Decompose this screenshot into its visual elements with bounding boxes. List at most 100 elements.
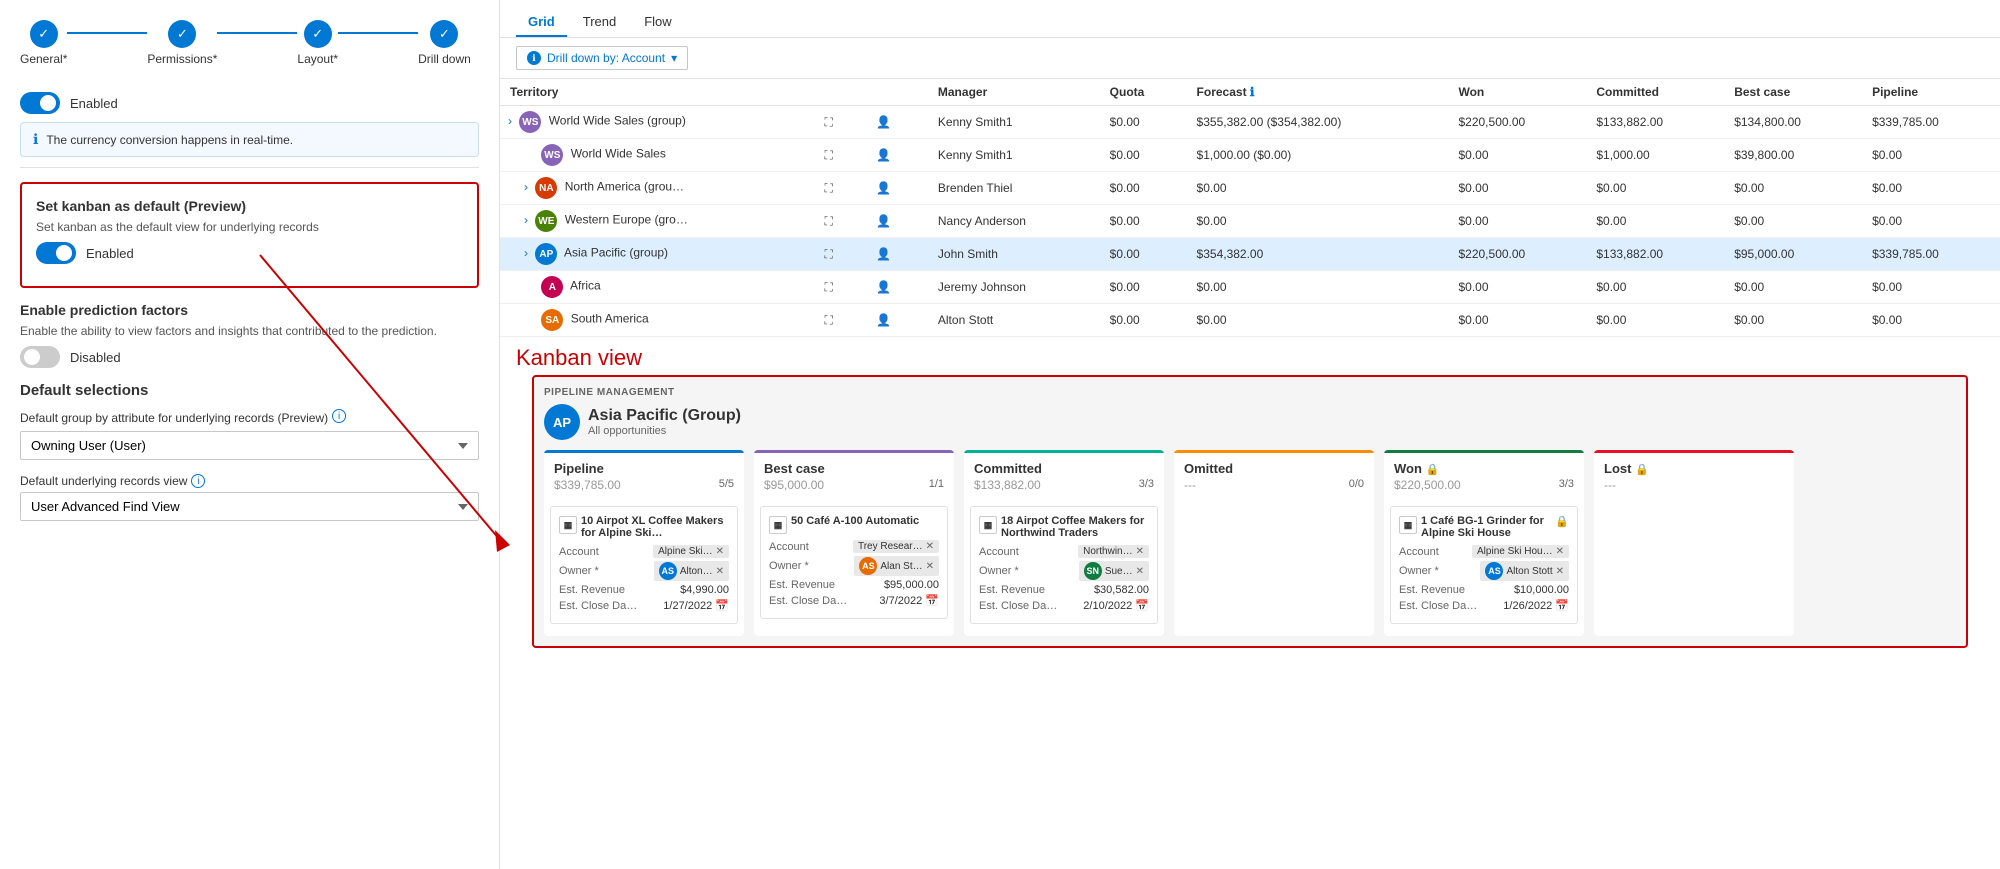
card-field-closedate: Est. Close Da… 1/26/2022 📅 <box>1399 599 1569 612</box>
card-field-account: Account Trey Resear… ✕ <box>769 540 939 553</box>
table-row: › WE Western Europe (gro… ⛶ 👤 Nancy Ande… <box>500 205 2000 238</box>
card-field-owner: Owner * AS Alton Stott ✕ <box>1399 561 1569 581</box>
td-link-0[interactable]: ⛶ <box>814 106 866 139</box>
td-manager-4: John Smith <box>928 238 1100 271</box>
calendar-icon[interactable]: 📅 <box>1135 600 1149 612</box>
th-edit <box>866 79 928 106</box>
td-link-4[interactable]: ⛶ <box>814 238 866 271</box>
card-field-revenue: Est. Revenue $95,000.00 <box>769 579 939 591</box>
main-container: ✓ General* ✓ Permissions* ✓ Layout* ✓ Dr… <box>0 0 2000 869</box>
currency-info-text: The currency conversion happens in real-… <box>46 133 293 147</box>
drill-down-label: Drill down by: Account <box>547 51 665 65</box>
drill-down-button[interactable]: ℹ Drill down by: Account ▾ <box>516 46 688 70</box>
kanban-card: ▦ 10 Airpot XL Coffee Makers for Alpine … <box>550 506 738 624</box>
col-title-omitted: Omitted <box>1184 461 1364 476</box>
step-general[interactable]: ✓ General* <box>20 20 67 66</box>
kanban-col-pipeline: Pipeline $339,785.00 5/5 ▦ 10 Airpot XL … <box>544 450 744 636</box>
td-link-1[interactable]: ⛶ <box>814 139 866 172</box>
step-permissions[interactable]: ✓ Permissions* <box>147 20 217 66</box>
td-manager-5: Jeremy Johnson <box>928 271 1100 304</box>
td-pipeline-4: $339,785.00 <box>1862 238 2000 271</box>
th-pipeline: Pipeline <box>1862 79 2000 106</box>
prediction-desc: Enable the ability to view factors and i… <box>20 324 479 338</box>
td-committed-6: $0.00 <box>1586 304 1724 337</box>
td-forecast-4: $354,382.00 <box>1187 238 1449 271</box>
td-edit-1[interactable]: 👤 <box>866 139 928 172</box>
calendar-icon[interactable]: 📅 <box>925 595 939 607</box>
td-committed-5: $0.00 <box>1586 271 1724 304</box>
prediction-title: Enable prediction factors <box>20 302 479 318</box>
td-link-2[interactable]: ⛶ <box>814 172 866 205</box>
table-row: › NA North America (grou… ⛶ 👤 Brenden Th… <box>500 172 2000 205</box>
col-body-won: ▦ 1 Café BG-1 Grinder for Alpine Ski Hou… <box>1384 500 1584 636</box>
td-quota-1: $0.00 <box>1100 139 1187 172</box>
td-edit-0[interactable]: 👤 <box>866 106 928 139</box>
right-panel: Grid Trend Flow ℹ Drill down by: Account… <box>500 0 2000 869</box>
enabled-toggle-row-1: Enabled <box>20 92 479 114</box>
step-connector-1 <box>67 32 147 34</box>
th-committed: Committed <box>1586 79 1724 106</box>
kanban-wrapper: Kanban view PIPELINE MANAGEMENT AP Asia … <box>516 337 1984 658</box>
td-bestcase-4: $95,000.00 <box>1724 238 1862 271</box>
col-stats-omitted: --- 0/0 <box>1184 478 1364 492</box>
card-icon: ▦ <box>769 516 787 534</box>
kanban-card: ▦ 50 Café A-100 Automatic Account Trey R… <box>760 506 948 619</box>
step-layout[interactable]: ✓ Layout* <box>297 20 338 66</box>
wizard-steps: ✓ General* ✓ Permissions* ✓ Layout* ✓ Dr… <box>20 10 479 84</box>
card-field-closedate: Est. Close Da… 1/27/2022 📅 <box>559 599 729 612</box>
td-quota-4: $0.00 <box>1100 238 1187 271</box>
td-edit-2[interactable]: 👤 <box>866 172 928 205</box>
toggle-slider-1 <box>20 92 60 114</box>
top-tabs: Grid Trend Flow <box>500 0 2000 38</box>
td-pipeline-5: $0.00 <box>1862 271 2000 304</box>
view-select[interactable]: User Advanced Find View <box>20 492 479 521</box>
defaults-title: Default selections <box>20 382 479 399</box>
card-title: ▦ 10 Airpot XL Coffee Makers for Alpine … <box>559 515 729 539</box>
td-pipeline-3: $0.00 <box>1862 205 2000 238</box>
td-edit-6[interactable]: 👤 <box>866 304 928 337</box>
tab-grid[interactable]: Grid <box>516 8 567 37</box>
td-edit-3[interactable]: 👤 <box>866 205 928 238</box>
group-by-select[interactable]: Owning User (User) <box>20 431 479 460</box>
td-won-6: $0.00 <box>1448 304 1586 337</box>
td-edit-5[interactable]: 👤 <box>866 271 928 304</box>
card-field-closedate: Est. Close Da… 2/10/2022 📅 <box>979 599 1149 612</box>
table-row: SA South America ⛶ 👤 Alton Stott $0.00 $… <box>500 304 2000 337</box>
td-link-6[interactable]: ⛶ <box>814 304 866 337</box>
td-edit-4[interactable]: 👤 <box>866 238 928 271</box>
expand-icon[interactable]: › <box>524 213 528 227</box>
lock-icon: 🔒 <box>1555 515 1569 528</box>
col-header-won: Won 🔒 $220,500.00 3/3 <box>1384 450 1584 500</box>
calendar-icon[interactable]: 📅 <box>715 600 729 612</box>
step-connector-2 <box>217 32 297 34</box>
kanban-col-bestcase: Best case $95,000.00 1/1 ▦ 50 Café A-100… <box>754 450 954 636</box>
enabled-toggle-1[interactable] <box>20 92 60 114</box>
step-drilldown[interactable]: ✓ Drill down <box>418 20 471 66</box>
td-link-3[interactable]: ⛶ <box>814 205 866 238</box>
expand-icon[interactable]: › <box>524 180 528 194</box>
kanban-toggle[interactable] <box>36 242 76 264</box>
expand-icon[interactable]: › <box>524 246 528 260</box>
calendar-icon[interactable]: 📅 <box>1555 600 1569 612</box>
tab-flow[interactable]: Flow <box>632 8 683 37</box>
td-won-0: $220,500.00 <box>1448 106 1586 139</box>
step-circle-drilldown: ✓ <box>430 20 458 48</box>
td-won-5: $0.00 <box>1448 271 1586 304</box>
kanban-view-label: Kanban view <box>516 337 1984 375</box>
td-committed-2: $0.00 <box>1586 172 1724 205</box>
td-link-5[interactable]: ⛶ <box>814 271 866 304</box>
group-by-label: Default group by attribute for underlyin… <box>20 409 479 427</box>
td-territory-4: › AP Asia Pacific (group) <box>500 238 814 271</box>
td-manager-3: Nancy Anderson <box>928 205 1100 238</box>
tab-trend[interactable]: Trend <box>571 8 628 37</box>
card-field-account: Account Northwin… ✕ <box>979 545 1149 558</box>
expand-icon[interactable]: › <box>508 114 512 128</box>
col-stats-won: $220,500.00 3/3 <box>1394 478 1574 492</box>
td-forecast-1: $1,000.00 ($0.00) <box>1187 139 1449 172</box>
card-field-revenue: Est. Revenue $10,000.00 <box>1399 584 1569 596</box>
prediction-toggle[interactable] <box>20 346 60 368</box>
td-committed-4: $133,882.00 <box>1586 238 1724 271</box>
th-link <box>814 79 866 106</box>
kanban-col-omitted: Omitted --- 0/0 <box>1174 450 1374 636</box>
step-circle-permissions: ✓ <box>168 20 196 48</box>
